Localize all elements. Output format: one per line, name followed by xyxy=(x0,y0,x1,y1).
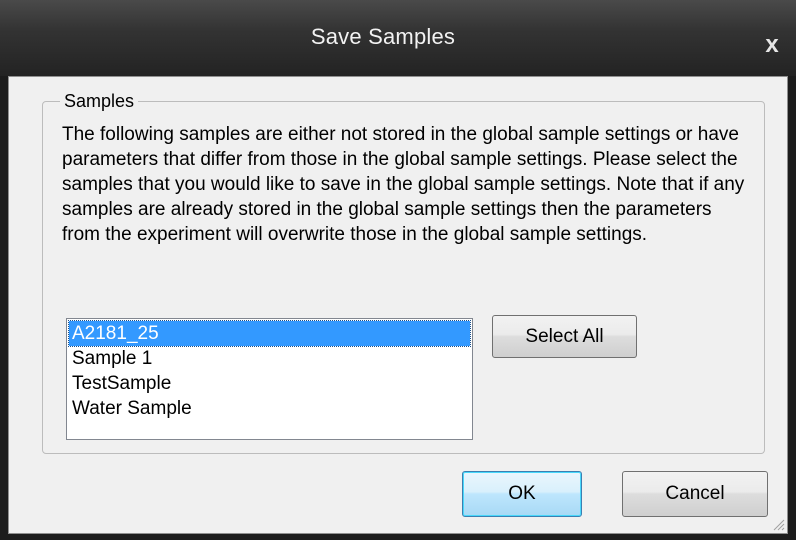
samples-listbox[interactable]: A2181_25 Sample 1 TestSample Water Sampl… xyxy=(66,318,473,440)
save-samples-dialog: Save Samples x Samples The following sam… xyxy=(0,0,796,540)
resize-grip-icon[interactable] xyxy=(771,517,785,531)
samples-group-label: Samples xyxy=(60,89,139,113)
list-item[interactable]: Sample 1 xyxy=(69,346,470,371)
samples-groupbox: Samples The following samples are either… xyxy=(42,89,765,454)
list-item[interactable]: A2181_25 xyxy=(68,320,471,347)
close-icon: x xyxy=(765,31,779,58)
samples-description: The following samples are either not sto… xyxy=(62,124,745,245)
ok-button[interactable]: OK xyxy=(462,471,582,517)
title-bar[interactable]: Save Samples x xyxy=(0,0,796,76)
dialog-body: Samples The following samples are either… xyxy=(8,76,788,534)
list-item[interactable]: TestSample xyxy=(69,371,470,396)
select-all-button[interactable]: Select All xyxy=(492,315,637,358)
cancel-button[interactable]: Cancel xyxy=(622,471,768,517)
list-item[interactable]: Water Sample xyxy=(69,396,470,421)
window-title: Save Samples xyxy=(310,24,456,49)
close-button[interactable]: x xyxy=(754,28,790,62)
